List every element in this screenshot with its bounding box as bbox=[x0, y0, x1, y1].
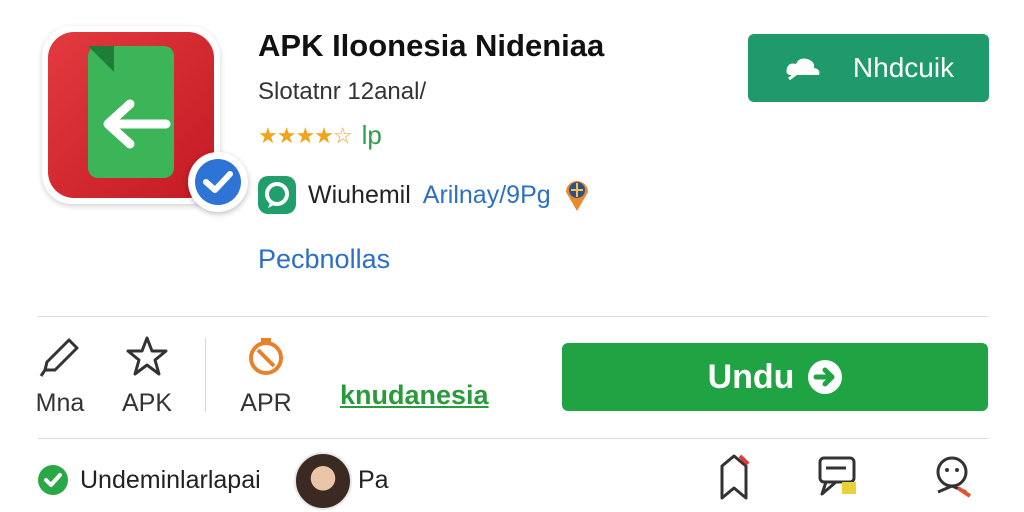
developer-link[interactable]: Arilnay/9Pg bbox=[423, 181, 551, 210]
support-icon[interactable] bbox=[930, 452, 974, 500]
divider-bottom bbox=[38, 438, 988, 439]
globe-pin-icon bbox=[565, 181, 588, 211]
developer-name: Wiuhemil bbox=[308, 180, 411, 209]
verified-badge-icon bbox=[188, 152, 248, 212]
rating-text: lp bbox=[361, 120, 382, 150]
avatar[interactable] bbox=[294, 452, 352, 510]
arrow-right-icon bbox=[808, 360, 843, 394]
download-button-label: Undu bbox=[707, 357, 795, 396]
pin-icon[interactable] bbox=[712, 452, 756, 500]
region-link[interactable]: knudanesia bbox=[340, 380, 489, 411]
app-icon[interactable] bbox=[42, 26, 248, 212]
action-favorite-label: APK bbox=[121, 389, 173, 417]
check-circle-icon bbox=[38, 465, 68, 495]
developer-logo-icon bbox=[258, 176, 296, 214]
action-favorite[interactable]: APK bbox=[107, 334, 187, 418]
action-timer-label: APR bbox=[240, 389, 292, 417]
verified-text: Undeminlarlapai bbox=[80, 466, 261, 494]
chat-icon[interactable] bbox=[816, 452, 860, 500]
app-title: APK Iloonesia Nideniaa bbox=[258, 28, 605, 63]
rating-stars-icon: ★★★★☆ bbox=[258, 122, 353, 148]
action-separator bbox=[205, 338, 206, 412]
app-detail-card: APK Iloonesia Nideniaa Slotatnr 12anal/ … bbox=[0, 0, 1024, 512]
details-link[interactable]: Pecbnollas bbox=[258, 244, 390, 275]
cloud-icon bbox=[786, 58, 820, 81]
divider-top bbox=[38, 316, 988, 317]
rating-row: ★★★★☆ lp bbox=[258, 120, 382, 151]
user-text: Pa bbox=[358, 466, 389, 494]
developer-row: Wiuhemil Arilnay/9Pg bbox=[258, 176, 591, 214]
star-icon bbox=[126, 336, 168, 376]
app-subtitle: Slotatnr 12anal/ bbox=[258, 78, 427, 105]
action-timer[interactable]: APR bbox=[226, 334, 306, 418]
top-button-label: Nhdcuik bbox=[852, 52, 955, 83]
download-button[interactable]: Undu bbox=[562, 343, 988, 411]
timer-icon bbox=[249, 338, 283, 375]
back-arrow-icon bbox=[103, 99, 171, 149]
action-edit-label: Mna bbox=[35, 389, 85, 417]
pencil-icon bbox=[39, 338, 79, 377]
top-download-button[interactable]: Nhdcuik bbox=[748, 34, 989, 102]
action-edit[interactable]: Mna bbox=[20, 334, 100, 418]
document-fold bbox=[88, 46, 114, 72]
